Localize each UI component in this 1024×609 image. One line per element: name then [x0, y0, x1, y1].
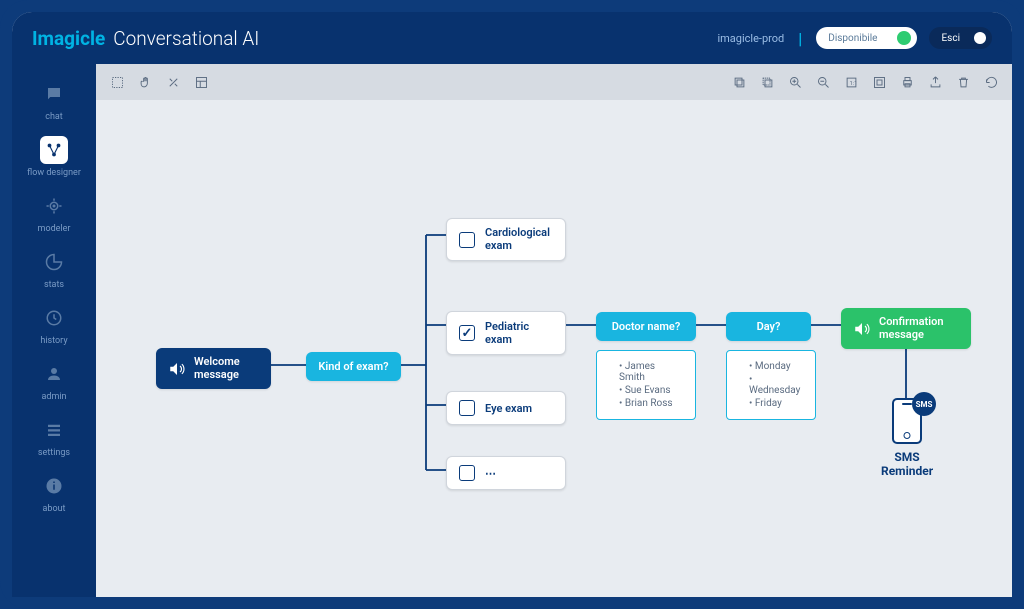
node-label: Day? — [757, 320, 781, 333]
status-label: Disponibile — [828, 33, 877, 44]
export-icon[interactable] — [922, 69, 948, 95]
print-icon[interactable] — [894, 69, 920, 95]
list-item: Monday — [749, 361, 803, 372]
sidebar-item-label: about — [43, 504, 66, 514]
zoom-in-icon[interactable] — [782, 69, 808, 95]
node-doctor-name[interactable]: Doctor name? — [596, 312, 696, 341]
stats-icon — [40, 248, 68, 276]
zoom-reset-icon[interactable]: 1:1 — [838, 69, 864, 95]
node-label: Welcome message — [194, 356, 259, 381]
flow-canvas[interactable]: Welcome message Kind of exam? Cardiologi… — [96, 100, 1012, 597]
sidebar-item-admin[interactable]: admin — [40, 360, 68, 402]
environment-label: imagicle-prod — [717, 32, 784, 45]
history-icon — [40, 304, 68, 332]
fit-screen-icon[interactable] — [866, 69, 892, 95]
list-item: Friday — [749, 398, 803, 409]
delete-icon[interactable] — [950, 69, 976, 95]
sidebar-item-label: chat — [45, 112, 63, 122]
zoom-out-icon[interactable] — [810, 69, 836, 95]
sidebar-item-settings[interactable]: settings — [38, 416, 70, 458]
sidebar-item-label: settings — [38, 448, 70, 458]
connect-tool-icon[interactable] — [160, 69, 186, 95]
exit-label: Esci — [941, 33, 960, 44]
refresh-icon[interactable] — [978, 69, 1004, 95]
sidebar-item-modeler[interactable]: modeler — [38, 192, 71, 234]
sidebar-item-about[interactable]: about — [40, 472, 68, 514]
app-header: Imagicle Conversational AI imagicle-prod… — [12, 12, 1012, 64]
sidebar-item-flow-designer[interactable]: flow designer — [27, 136, 81, 178]
sidebar-item-history[interactable]: history — [40, 304, 68, 346]
list-item: Brian Ross — [619, 398, 683, 409]
sidebar-item-label: modeler — [38, 224, 71, 234]
audio-icon — [853, 320, 871, 338]
node-label: Pediatric exam — [485, 320, 553, 346]
copy-icon[interactable] — [726, 69, 752, 95]
sidebar-item-label: admin — [41, 392, 66, 402]
audio-icon — [168, 360, 186, 378]
node-label: Kind of exam? — [318, 360, 388, 373]
status-indicator-icon — [897, 31, 911, 45]
sms-reminder-block[interactable]: SMS SMSReminder — [881, 398, 933, 479]
node-option-pediatric[interactable]: Pediatric exam — [446, 311, 566, 355]
checkbox-icon — [459, 400, 475, 416]
brand: Imagicle Conversational AI — [32, 27, 259, 50]
settings-icon — [40, 416, 68, 444]
brand-imagicle: Imagicle — [32, 27, 105, 50]
sidebar-item-label: stats — [44, 280, 64, 290]
hand-tool-icon[interactable] — [132, 69, 158, 95]
exit-button[interactable]: Esci — [929, 27, 992, 49]
checkbox-icon — [459, 465, 475, 481]
sidebar: chat flow designer modeler stats history — [12, 64, 96, 597]
modeler-icon — [40, 192, 68, 220]
doctor-list: James Smith Sue Evans Brian Ross — [596, 350, 696, 420]
node-welcome[interactable]: Welcome message — [156, 348, 271, 389]
node-label: Cardiological exam — [485, 227, 553, 252]
node-label: Doctor name? — [612, 320, 681, 333]
node-label: ⋯ — [485, 467, 498, 480]
list-item: Wednesday — [749, 374, 803, 396]
sidebar-item-label: history — [40, 336, 67, 346]
lasso-tool-icon[interactable] — [104, 69, 130, 95]
paste-icon[interactable] — [754, 69, 780, 95]
flow-designer-icon — [40, 136, 68, 164]
node-label: Eye exam — [485, 402, 532, 415]
node-kind-of-exam[interactable]: Kind of exam? — [306, 352, 401, 381]
sms-bubble-icon: SMS — [912, 392, 936, 416]
admin-icon — [40, 360, 68, 388]
layout-tool-icon[interactable] — [188, 69, 214, 95]
node-option-more[interactable]: ⋯ — [446, 456, 566, 490]
status-toggle[interactable]: Disponibile — [816, 27, 917, 49]
svg-text:1:1: 1:1 — [849, 81, 857, 87]
node-day[interactable]: Day? — [726, 312, 811, 341]
chat-icon — [40, 80, 68, 108]
toolbar: 1:1 — [96, 64, 1012, 100]
list-item: James Smith — [619, 361, 683, 383]
node-confirmation[interactable]: Confirmation message — [841, 308, 971, 349]
list-item: Sue Evans — [619, 385, 683, 396]
sidebar-item-stats[interactable]: stats — [40, 248, 68, 290]
sidebar-item-chat[interactable]: chat — [40, 80, 68, 122]
env-separator: | — [798, 29, 802, 48]
sms-label: SMSReminder — [881, 450, 933, 479]
brand-product: Conversational AI — [113, 27, 259, 50]
node-option-cardiological[interactable]: Cardiological exam — [446, 218, 566, 261]
node-option-eye[interactable]: Eye exam — [446, 391, 566, 425]
sidebar-item-label: flow designer — [27, 168, 81, 178]
checkbox-icon — [459, 232, 475, 248]
day-list: Monday Wednesday Friday — [726, 350, 816, 420]
checkbox-checked-icon — [459, 325, 475, 341]
about-icon — [40, 472, 68, 500]
exit-icon — [974, 32, 986, 44]
node-label: Confirmation message — [879, 316, 959, 341]
